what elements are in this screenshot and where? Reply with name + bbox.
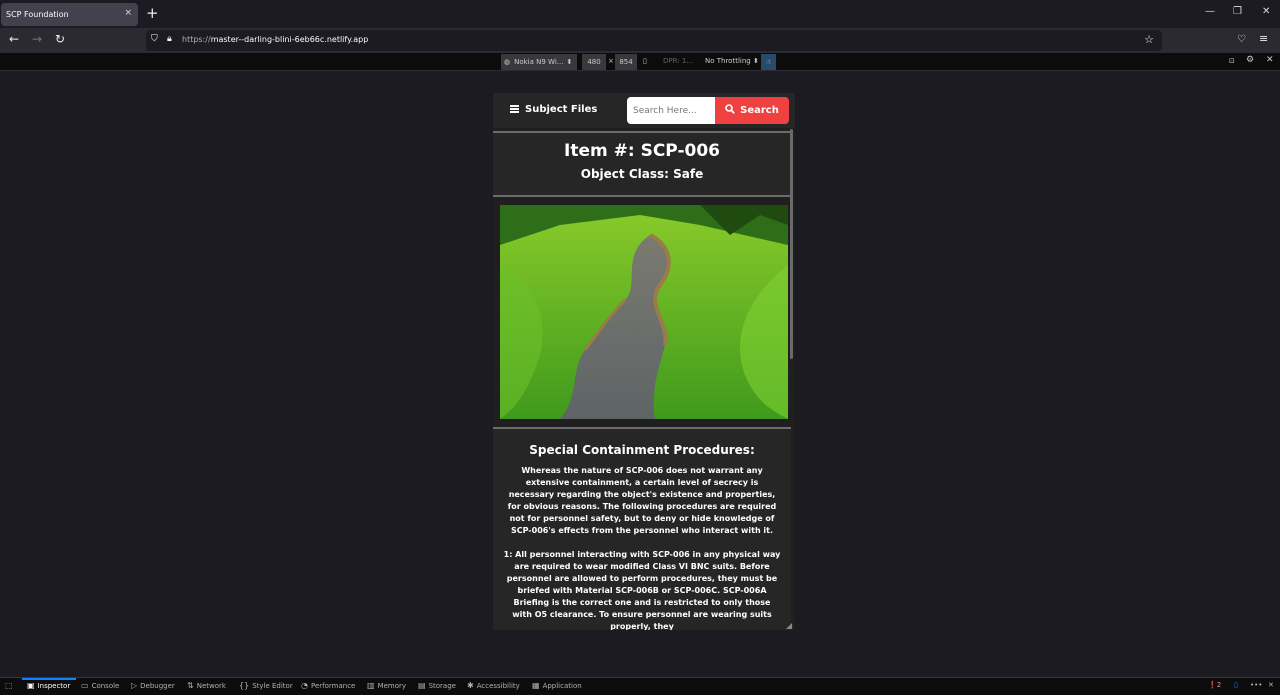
style-editor-icon: {} [239, 681, 250, 690]
tab-accessibility[interactable]: ✱ Accessibility [467, 681, 520, 690]
search-button[interactable]: Search [715, 97, 789, 124]
nav-toolbar: ← → ↻ ⛉ 🔒︎ https://master--darling-blini… [0, 28, 1280, 53]
object-class: Object Class: Safe [580, 167, 704, 181]
tab-label: Network [196, 681, 226, 690]
tab-label: Console [91, 681, 120, 690]
containment-paragraph-2: 1: All personnel interacting with SCP-00… [503, 550, 781, 630]
url-bar[interactable]: ⛉ 🔒︎ https://master--darling-blini-6eb66… [146, 30, 1162, 51]
tab-strip: SCP Foundation × + — ❐ ✕ [0, 0, 1280, 28]
resize-handle-icon[interactable]: ◢ [786, 621, 792, 630]
tab-label: Accessibility [476, 681, 520, 690]
subject-files-link[interactable]: Subject Files [525, 104, 597, 115]
tab-storage[interactable]: ▤ Storage [418, 681, 456, 690]
close-rdm-icon[interactable]: ✕ [1266, 55, 1274, 65]
touch-simulation-icon[interactable]: ☝ [761, 54, 776, 70]
more-options-icon[interactable]: ••• [1250, 681, 1262, 689]
device-icon: ◍ [504, 58, 511, 66]
tab-style-editor[interactable]: {} Style Editor [239, 681, 293, 690]
viewport-height-input[interactable]: 854 [615, 54, 637, 70]
storage-icon: ▤ [418, 681, 426, 690]
shield-icon[interactable]: ⛉ [151, 34, 158, 44]
dimension-separator: × [608, 57, 614, 65]
tab-debugger[interactable]: ▷ Debugger [131, 681, 175, 690]
throttling-selector[interactable]: No Throttling ⬍ [705, 57, 759, 65]
inspector-icon: ▣ [27, 681, 35, 690]
tab-label: Debugger [140, 681, 175, 690]
tab-label: Application [542, 681, 582, 690]
responsive-design-toolbar: ◍ Nokia N9 Wi... ⬍ 480 × 854 ▯ DPR: 1...… [0, 53, 1280, 71]
devtools-toolbar: ⬚ ▣ Inspector ▭ Console ▷ Debugger ⇅ Network… [0, 677, 1280, 695]
containment-section: Special Containment Procedures: Whereas … [493, 427, 791, 630]
tab-label: Performance [310, 681, 356, 690]
tab-label: Memory [377, 681, 407, 690]
device-viewport: Subject Files Search Item #: SCP-006 Obj… [493, 93, 795, 630]
article-content: Item #: SCP-006 Object Class: Safe Speci… [493, 128, 791, 630]
chevron-icon: ⬍ [566, 58, 573, 66]
viewport-width-input[interactable]: 480 [582, 54, 606, 70]
back-icon[interactable]: ← [9, 32, 19, 46]
url-text[interactable]: https://master--darling-blini-6eb66c.net… [182, 35, 368, 44]
browser-tab[interactable]: SCP Foundation × [1, 3, 138, 26]
new-tab-button[interactable]: + [146, 4, 159, 22]
tab-application[interactable]: ▦ Application [532, 681, 582, 690]
active-tab-indicator [22, 678, 76, 680]
hamburger-menu-icon[interactable] [510, 105, 519, 113]
throttling-label: No Throttling [705, 57, 751, 65]
settings-icon[interactable]: ⚙ [1246, 55, 1254, 65]
screenshot-icon[interactable]: ⊡ [1229, 57, 1235, 65]
close-devtools-icon[interactable]: ✕ [1268, 681, 1274, 689]
console-icon: ▭ [81, 681, 89, 690]
tab-close-icon[interactable]: × [124, 8, 132, 18]
search-input[interactable] [627, 97, 715, 124]
scp-image [500, 205, 788, 419]
network-icon: ⇅ [187, 681, 194, 690]
bookmark-star-icon[interactable]: ☆ [1144, 33, 1154, 46]
search-icon [725, 104, 735, 117]
containment-paragraph: Whereas the nature of SCP-006 does not w… [507, 466, 777, 535]
tab-performance[interactable]: ◔ Performance [301, 681, 355, 690]
dock-icon[interactable]: ▯ [1234, 681, 1238, 689]
tab-memory[interactable]: ▥ Memory [367, 681, 406, 690]
tab-inspector[interactable]: ▣ Inspector [27, 681, 70, 690]
application-icon: ▦ [532, 681, 540, 690]
accessibility-icon: ✱ [467, 681, 474, 690]
item-title: Item #: SCP-006 [564, 141, 720, 161]
debugger-icon: ▷ [131, 681, 138, 690]
tab-console[interactable]: ▭ Console [81, 681, 119, 690]
item-header: Item #: SCP-006 Object Class: Safe [493, 131, 791, 197]
error-count: 2 [1216, 681, 1222, 689]
dpr-selector[interactable]: DPR: 1... [663, 57, 693, 65]
memory-icon: ▥ [367, 681, 375, 690]
site-navbar: Subject Files Search [493, 93, 795, 128]
scrollbar[interactable] [790, 129, 793, 359]
containment-heading: Special Containment Procedures: [529, 443, 755, 457]
tab-label: Style Editor [252, 681, 293, 690]
reload-icon[interactable]: ↻ [55, 32, 65, 46]
performance-icon: ◔ [301, 681, 308, 690]
lock-icon[interactable]: 🔒︎ [167, 34, 172, 44]
restore-icon[interactable]: ❐ [1233, 6, 1242, 17]
device-selector[interactable]: ◍ Nokia N9 Wi... ⬍ [501, 54, 577, 70]
tab-title: SCP Foundation [6, 10, 69, 19]
error-count-badge[interactable]: ❗2 [1208, 681, 1221, 689]
tab-label: Storage [428, 681, 456, 690]
minimize-icon[interactable]: — [1205, 6, 1215, 17]
tab-network[interactable]: ⇅ Network [187, 681, 226, 690]
rotate-icon[interactable]: ▯ [643, 57, 647, 65]
forward-icon[interactable]: → [32, 32, 42, 46]
app-menu-icon[interactable]: ≡ [1259, 32, 1268, 45]
search-button-label: Search [740, 105, 779, 116]
window-close-icon[interactable]: ✕ [1262, 6, 1270, 17]
device-name: Nokia N9 Wi... [514, 58, 564, 66]
element-picker-icon[interactable]: ⬚ [5, 681, 16, 690]
tab-label: Inspector [37, 681, 71, 690]
pocket-icon[interactable]: ♡ [1237, 34, 1246, 45]
